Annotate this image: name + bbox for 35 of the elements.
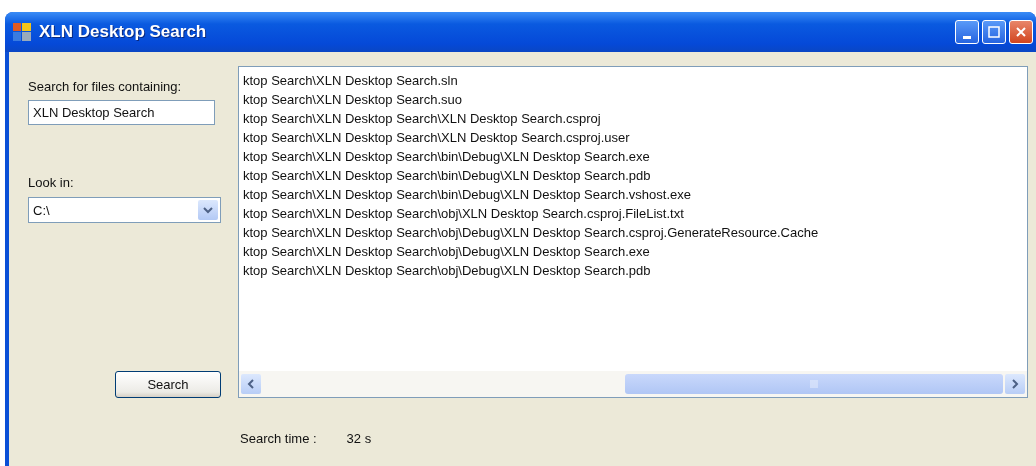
chevron-left-icon xyxy=(245,378,257,390)
window-title: XLN Desktop Search xyxy=(39,22,208,42)
search-time-value: 32 s xyxy=(346,431,372,448)
result-path[interactable]: ktop Search\XLN Desktop Search\obj\Debug\XLN Desktop Search.exe xyxy=(243,242,1027,261)
app-icon xyxy=(13,23,31,41)
result-path[interactable]: ktop Search\XLN Desktop Search\obj\Debug\XLN Desktop Search.csproj.GenerateResource.Cache xyxy=(243,223,1027,242)
search-label: Search for files containing: xyxy=(28,79,183,94)
close-button[interactable] xyxy=(1009,20,1033,44)
search-field[interactable]: XLN Desktop Search xyxy=(28,100,215,125)
maximize-icon xyxy=(988,26,1000,38)
look-in-dropdown[interactable]: C:\ xyxy=(28,197,221,223)
chevron-right-icon xyxy=(1009,378,1021,390)
result-path[interactable]: ktop Search\XLN Desktop Search\XLN Desktop Search.csproj.user xyxy=(243,128,1027,147)
scroll-thumb[interactable] xyxy=(625,374,1003,394)
scroll-right-button[interactable] xyxy=(1005,374,1025,394)
close-icon xyxy=(1015,26,1027,38)
chevron-down-icon xyxy=(202,204,214,216)
look-in-label: Look in: xyxy=(28,175,75,190)
result-path[interactable]: ktop Search\XLN Desktop Search.sln xyxy=(243,71,1027,90)
minimize-button[interactable] xyxy=(955,20,979,44)
maximize-button[interactable] xyxy=(982,20,1006,44)
scroll-left-button[interactable] xyxy=(241,374,261,394)
search-button[interactable]: Search xyxy=(115,371,221,398)
dropdown-button[interactable] xyxy=(198,200,218,220)
result-path[interactable]: ktop Search\XLN Desktop Search\bin\Debug\XLN Desktop Search.vshost.exe xyxy=(243,185,1027,204)
result-path[interactable]: ktop Search\XLN Desktop Search\obj\XLN Desktop Search.csproj.FileList.txt xyxy=(243,204,1027,223)
grip-icon xyxy=(810,379,818,389)
result-path[interactable]: ktop Search\XLN Desktop Search\XLN Desktop Search.csproj xyxy=(243,109,1027,128)
horizontal-scrollbar[interactable] xyxy=(239,371,1027,397)
result-path[interactable]: ktop Search\XLN Desktop Search\bin\Debug\XLN Desktop Search.pdb xyxy=(243,166,1027,185)
minimize-icon xyxy=(963,35,971,39)
result-path[interactable]: ktop Search\XLN Desktop Search\obj\Debug\XLN Desktop Search.pdb xyxy=(243,261,1027,280)
search-time-label: Search time : xyxy=(240,431,317,448)
result-path[interactable]: ktop Search\XLN Desktop Search.suo xyxy=(243,90,1027,109)
result-path[interactable]: ktop Search\XLN Desktop Search\bin\Debug\XLN Desktop Search.exe xyxy=(243,147,1027,166)
